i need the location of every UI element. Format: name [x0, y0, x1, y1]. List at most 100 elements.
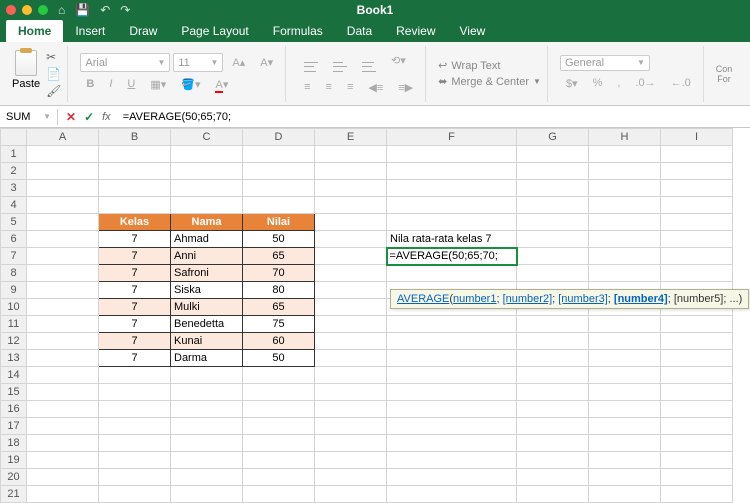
cell[interactable]: 7 — [99, 350, 171, 367]
increase-indent-icon[interactable]: ≡▶ — [392, 78, 419, 97]
bold-button[interactable]: B — [80, 75, 100, 94]
row-header[interactable]: 14 — [1, 367, 27, 384]
undo-icon[interactable]: ↶ — [100, 3, 110, 17]
formula-input[interactable]: =AVERAGE(50;65;70; — [119, 109, 750, 125]
font-name-select[interactable]: Arial▼ — [80, 53, 170, 72]
select-all-corner[interactable] — [1, 129, 27, 146]
cell[interactable]: 7 — [99, 316, 171, 333]
cell[interactable]: 7 — [99, 299, 171, 316]
tab-insert[interactable]: Insert — [63, 20, 117, 42]
cell[interactable]: Nila rata-rata kelas 7 — [387, 231, 517, 248]
row-header[interactable]: 10 — [1, 299, 27, 316]
cell[interactable]: Kunai — [171, 333, 243, 350]
row-header[interactable]: 12 — [1, 333, 27, 350]
row-header[interactable]: 2 — [1, 163, 27, 180]
col-header[interactable]: H — [589, 129, 661, 146]
tab-home[interactable]: Home — [6, 20, 63, 42]
paste-button[interactable]: Paste — [12, 50, 40, 98]
align-right-icon[interactable]: ≡ — [341, 78, 359, 97]
cut-icon[interactable]: ✂ — [46, 50, 61, 64]
row-header[interactable]: 4 — [1, 197, 27, 214]
row-header[interactable]: 20 — [1, 469, 27, 486]
col-header[interactable]: F — [387, 129, 517, 146]
tab-data[interactable]: Data — [335, 20, 384, 42]
col-header[interactable]: G — [517, 129, 589, 146]
decrease-indent-icon[interactable]: ◀≡ — [362, 78, 389, 97]
row-header[interactable]: 6 — [1, 231, 27, 248]
tab-formulas[interactable]: Formulas — [261, 20, 335, 42]
fill-color-button[interactable]: 🪣▾ — [175, 75, 206, 94]
col-header[interactable]: A — [27, 129, 99, 146]
cell[interactable]: Mulki — [171, 299, 243, 316]
decrease-font-icon[interactable]: A▾ — [254, 53, 279, 72]
cell[interactable]: 80 — [243, 282, 315, 299]
cell[interactable]: Benedetta — [171, 316, 243, 333]
cell[interactable]: Anni — [171, 248, 243, 265]
cell[interactable]: 65 — [243, 299, 315, 316]
row-header[interactable]: 13 — [1, 350, 27, 367]
maximize-icon[interactable] — [38, 5, 48, 15]
cell[interactable]: Safroni — [171, 265, 243, 282]
row-header[interactable]: 18 — [1, 435, 27, 452]
active-cell[interactable]: =AVERAGE(50;65;70; — [387, 248, 517, 265]
minimize-icon[interactable] — [22, 5, 32, 15]
cell[interactable]: 7 — [99, 248, 171, 265]
tab-review[interactable]: Review — [384, 20, 447, 42]
italic-button[interactable]: I — [103, 75, 118, 94]
align-middle-icon[interactable] — [327, 51, 353, 75]
cell[interactable]: Siska — [171, 282, 243, 299]
row-header[interactable]: 15 — [1, 384, 27, 401]
redo-icon[interactable]: ↷ — [120, 3, 130, 17]
cell[interactable]: 75 — [243, 316, 315, 333]
cell[interactable]: 7 — [99, 333, 171, 350]
tooltip-fn[interactable]: AVERAGE — [397, 293, 449, 305]
enter-icon[interactable]: ✓ — [84, 110, 94, 124]
close-icon[interactable] — [6, 5, 16, 15]
comma-icon[interactable]: , — [611, 74, 626, 93]
orientation-icon[interactable]: ⟲▾ — [385, 51, 412, 75]
worksheet-grid[interactable]: A B C D E F G H I 1 2 3 4 5KelasNamaNila… — [0, 128, 750, 503]
col-header[interactable]: B — [99, 129, 171, 146]
col-header[interactable]: I — [661, 129, 733, 146]
cell[interactable]: 50 — [243, 350, 315, 367]
row-header[interactable]: 17 — [1, 418, 27, 435]
align-top-icon[interactable] — [298, 51, 324, 75]
row-header[interactable]: 9 — [1, 282, 27, 299]
cancel-icon[interactable]: ✕ — [66, 110, 76, 124]
decrease-decimal-icon[interactable]: ←.0 — [665, 74, 697, 93]
name-box[interactable]: SUM▼ — [0, 109, 58, 125]
fx-icon[interactable]: fx — [102, 111, 111, 123]
wrap-text-button[interactable]: ↩Wrap Text — [438, 59, 541, 72]
format-painter-icon[interactable]: 🖌 — [46, 84, 61, 98]
border-button[interactable]: ▦▾ — [144, 75, 172, 94]
align-center-icon[interactable]: ≡ — [320, 78, 338, 97]
row-header[interactable]: 5 — [1, 214, 27, 231]
tab-draw[interactable]: Draw — [117, 20, 169, 42]
conditional-formatting-button[interactable]: Con For — [716, 64, 733, 84]
row-header[interactable]: 8 — [1, 265, 27, 282]
row-header[interactable]: 11 — [1, 316, 27, 333]
font-size-select[interactable]: 11▼ — [173, 53, 223, 72]
align-bottom-icon[interactable] — [356, 51, 382, 75]
cell[interactable]: Darma — [171, 350, 243, 367]
cell[interactable]: Ahmad — [171, 231, 243, 248]
col-header[interactable]: D — [243, 129, 315, 146]
table-header[interactable]: Nama — [171, 214, 243, 231]
copy-icon[interactable]: 📄 — [46, 67, 61, 81]
table-header[interactable]: Kelas — [99, 214, 171, 231]
cell[interactable]: 70 — [243, 265, 315, 282]
table-header[interactable]: Nilai — [243, 214, 315, 231]
percent-icon[interactable]: % — [587, 74, 609, 93]
row-header[interactable]: 1 — [1, 146, 27, 163]
cell[interactable]: 65 — [243, 248, 315, 265]
font-color-button[interactable]: A▾ — [209, 75, 234, 94]
home-icon[interactable]: ⌂ — [58, 3, 65, 17]
merge-center-button[interactable]: ⬌Merge & Center▼ — [438, 75, 541, 88]
row-header[interactable]: 19 — [1, 452, 27, 469]
row-header[interactable]: 16 — [1, 401, 27, 418]
tab-page-layout[interactable]: Page Layout — [169, 20, 260, 42]
save-icon[interactable]: 💾 — [75, 3, 90, 17]
cell[interactable]: 7 — [99, 282, 171, 299]
increase-decimal-icon[interactable]: .0→ — [629, 74, 661, 93]
cell[interactable]: 7 — [99, 265, 171, 282]
